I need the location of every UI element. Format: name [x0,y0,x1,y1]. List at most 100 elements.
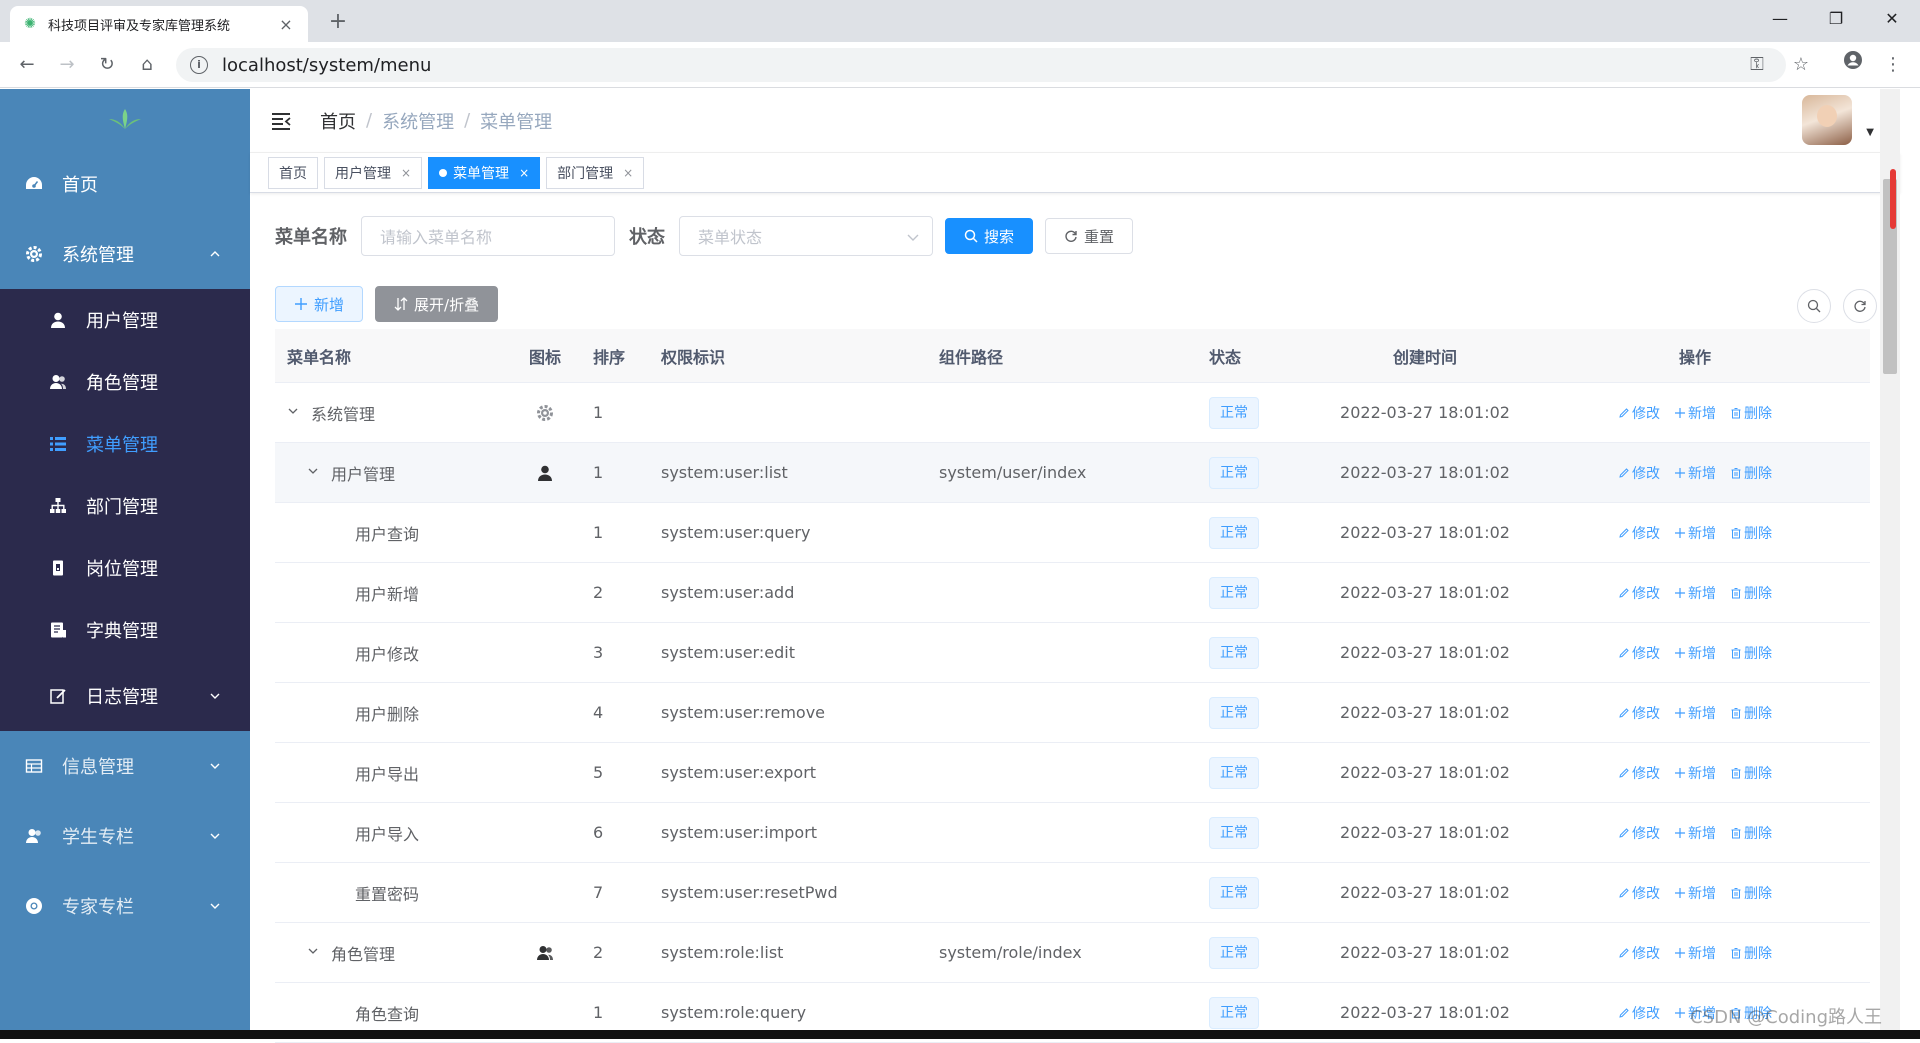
sidebar-item-users[interactable]: 用户管理 [0,289,250,351]
edit-button[interactable]: 修改 [1618,463,1660,483]
edit-button[interactable]: 修改 [1618,883,1660,903]
table-row[interactable]: 重置密码 7 system:user:resetPwd 正常 2022-03-27 18… [275,863,1870,923]
sidebar-item-roles[interactable]: 角色管理 [0,351,250,413]
more-menu-icon[interactable]: ⋮ [1878,50,1908,80]
edit-button[interactable]: 修改 [1618,943,1660,963]
bookmark-star-icon[interactable]: ☆ [1786,50,1816,80]
table-row[interactable]: 用户新增 2 system:user:add 正常 2022-03-27 18:01:0… [275,563,1870,623]
delete-button[interactable]: 删除 [1730,823,1772,843]
add-child-button[interactable]: 新增 [1674,883,1716,903]
search-button[interactable]: 搜索 [945,218,1034,254]
delete-button[interactable]: 删除 [1730,523,1772,543]
table-row[interactable]: 系统管理 1 正常 2022-03-27 18:01:02 修改 新增 删除 [275,383,1870,443]
reload-button[interactable]: ↻ [92,50,122,80]
restore-button[interactable]: ❐ [1808,0,1864,40]
add-child-button[interactable]: 新增 [1674,823,1716,843]
new-tab-button[interactable]: + [324,8,352,36]
edit-button[interactable]: 修改 [1618,403,1660,423]
add-child-button[interactable]: 新增 [1674,703,1716,723]
sidebar-item-logs[interactable]: 日志管理 [0,661,250,731]
edit-button[interactable]: 修改 [1618,823,1660,843]
avatar[interactable] [1802,95,1852,145]
sidebar-item-students[interactable]: 学生专栏 [0,801,250,871]
add-child-button[interactable]: 新增 [1674,523,1716,543]
delete-button[interactable]: 删除 [1730,643,1772,663]
edit-button[interactable]: 修改 [1618,1003,1660,1023]
delete-button[interactable]: 删除 [1730,703,1772,723]
table-row[interactable]: 用户修改 3 system:user:edit 正常 2022-03-27 18:01:… [275,623,1870,683]
table-row[interactable]: 用户导出 5 system:user:export 正常 2022-03-27 18:0… [275,743,1870,803]
info-icon[interactable]: i [190,56,208,74]
delete-button[interactable]: 删除 [1730,943,1772,963]
edit-icon [1618,827,1630,839]
sidebar-item-home[interactable]: 首页 [0,149,250,219]
profile-icon[interactable] [1838,50,1868,80]
tag-users[interactable]: 用户管理 × [324,156,423,189]
caret-down-icon[interactable]: ▼ [1866,127,1874,138]
sidebar-item-dict[interactable]: 字典管理 [0,599,250,661]
add-child-button[interactable]: 新增 [1674,463,1716,483]
table-row[interactable]: 用户删除 4 system:user:remove 正常 2022-03-27 18:0… [275,683,1870,743]
add-child-button[interactable]: 新增 [1674,583,1716,603]
key-icon[interactable]: ⚿ [1742,50,1772,80]
sidebar-item-system[interactable]: 系统管理 [0,219,250,289]
table-row[interactable]: 用户查询 1 system:user:query 正常 2022-03-27 18:01… [275,503,1870,563]
toggle-search-button[interactable] [1797,289,1831,323]
chevron-down-icon[interactable] [307,945,323,961]
cell-ops: 修改 新增 删除 [1545,583,1845,603]
home-button[interactable]: ⌂ [132,50,162,80]
menu-name: 用户修改 [355,644,420,664]
hamburger-icon[interactable] [270,110,292,132]
sidebar-item-posts[interactable]: 岗位管理 [0,537,250,599]
sidebar-item-experts[interactable]: 专家专栏 [0,871,250,941]
delete-button[interactable]: 删除 [1730,583,1772,603]
add-child-button[interactable]: 新增 [1674,403,1716,423]
chevron-down-icon[interactable] [307,465,323,481]
reset-button[interactable]: 重置 [1045,218,1134,254]
back-button[interactable]: ← [12,50,42,80]
tag-home[interactable]: 首页 [268,156,318,189]
edit-button[interactable]: 修改 [1618,523,1660,543]
watermark: CSDN @Coding路人王 [1690,1007,1882,1028]
sidebar-item-info[interactable]: 信息管理 [0,731,250,801]
taskbar [0,1030,1920,1039]
delete-button[interactable]: 删除 [1730,763,1772,783]
refresh-table-button[interactable] [1843,289,1877,323]
close-icon[interactable]: × [519,166,529,180]
add-child-button[interactable]: 新增 [1674,763,1716,783]
close-icon[interactable]: × [401,166,411,180]
edit-button[interactable]: 修改 [1618,763,1660,783]
delete-button[interactable]: 删除 [1730,403,1772,423]
forward-button[interactable]: → [52,50,82,80]
tag-menus[interactable]: 菜单管理 × [428,156,541,189]
status-select[interactable]: 菜单状态 [679,216,933,256]
close-window-button[interactable]: ✕ [1864,0,1920,40]
table-row[interactable]: 用户管理 1 system:user:list system/user/index 正常… [275,443,1870,503]
delete-button[interactable]: 删除 [1730,463,1772,483]
sidebar-item-depts[interactable]: 部门管理 [0,475,250,537]
reset-button-label: 重置 [1084,227,1115,246]
edit-button[interactable]: 修改 [1618,643,1660,663]
breadcrumb-home[interactable]: 首页 [320,108,356,134]
address-bar[interactable]: i localhost/system/menu [176,48,1786,82]
chevron-down-icon[interactable] [287,405,303,421]
table-row[interactable]: 角色管理 2 system:role:list system/role/index 正常… [275,923,1870,983]
menu-name-input[interactable]: 请输入菜单名称 [361,216,615,256]
minimize-button[interactable]: — [1752,0,1808,40]
cell-time: 2022-03-27 18:01:02 [1340,703,1510,722]
close-tab-icon[interactable]: × [276,15,296,34]
edit-button[interactable]: 修改 [1618,583,1660,603]
browser-tab[interactable]: ✺ 科技项目评审及专家库管理系统 × [10,6,308,42]
delete-button[interactable]: 删除 [1730,883,1772,903]
vertical-scrollbar[interactable] [1880,89,1900,1039]
close-icon[interactable]: × [623,166,633,180]
add-child-button[interactable]: 新增 [1674,643,1716,663]
add-button[interactable]: 新增 [275,286,364,322]
edit-button[interactable]: 修改 [1618,703,1660,723]
table-row[interactable]: 用户导入 6 system:user:import 正常 2022-03-27 18:0… [275,803,1870,863]
tag-depts[interactable]: 部门管理 × [546,156,645,189]
expand-collapse-button[interactable]: 展开/折叠 [375,286,499,322]
add-child-button[interactable]: 新增 [1674,943,1716,963]
cell-perm: system:user:list [661,463,788,482]
sidebar-item-menus[interactable]: 菜单管理 [0,413,250,475]
